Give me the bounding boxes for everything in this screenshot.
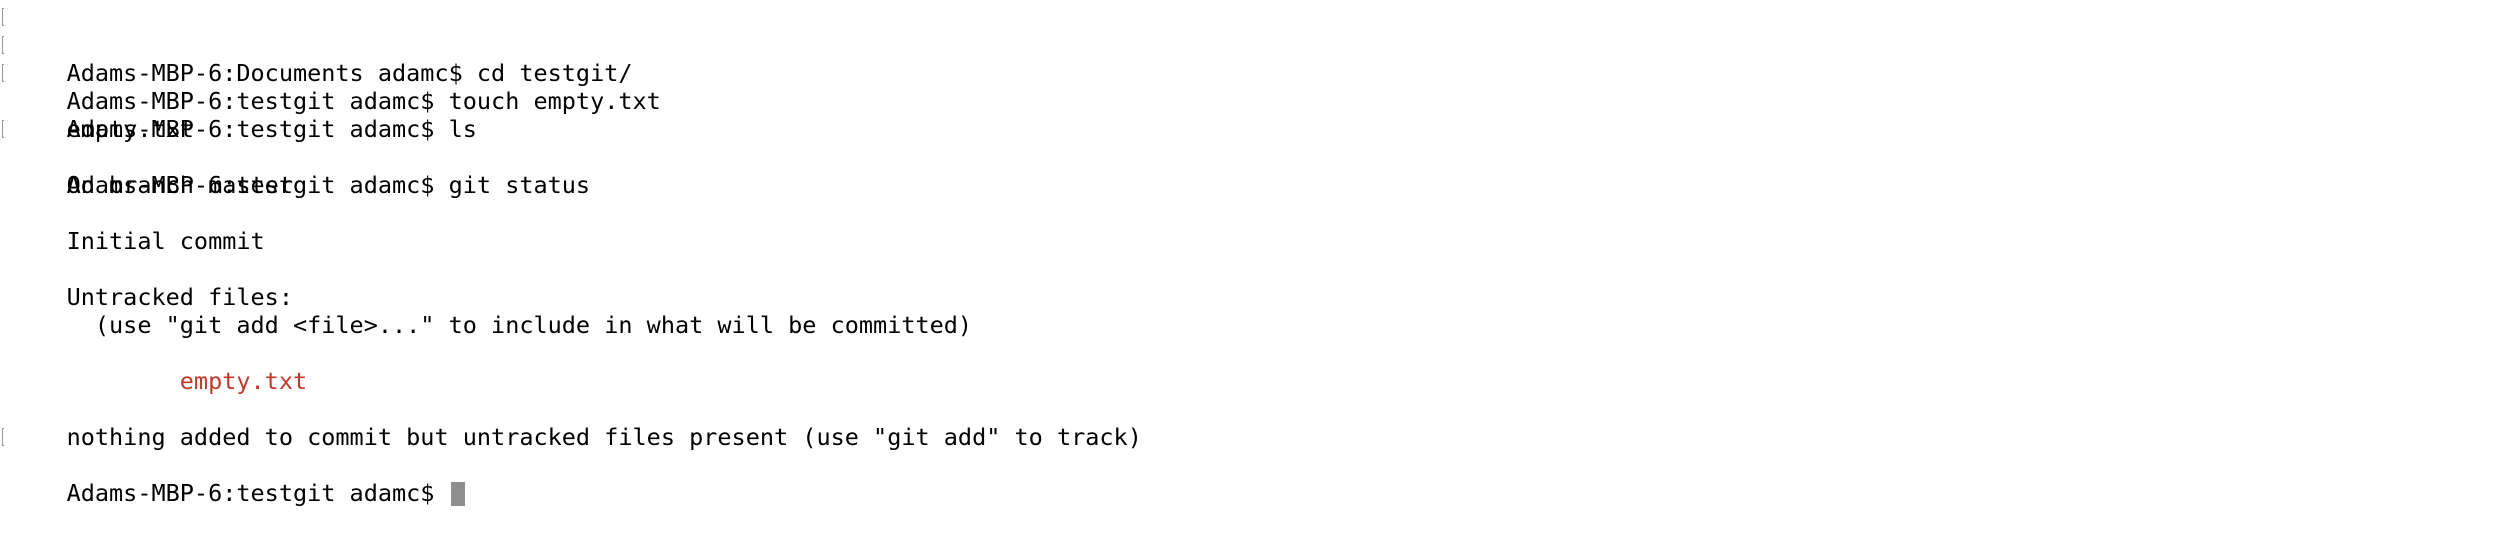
prompt-line: Adams-MBP-6:Documents adamc$ cd testgit/	[2, 3, 2480, 87]
command-mark-icon	[2, 36, 4, 54]
output-line: (use "git add <file>..." to include in w…	[10, 283, 2480, 339]
output-line: Initial commit	[10, 199, 2480, 255]
output-line: Untracked files:	[10, 255, 2480, 311]
prompt-line: Adams-MBP-6:testgit adamc$ ls	[2, 59, 2480, 143]
prompt-line: Adams-MBP-6:testgit adamc$ git status	[2, 115, 2480, 199]
line-text: Adams-MBP-6:testgit adamc$	[66, 479, 449, 507]
command-mark-icon	[2, 8, 4, 26]
output-line: empty.txt	[10, 339, 2480, 395]
text-cursor[interactable]	[450, 482, 465, 506]
command-mark-icon	[2, 428, 4, 446]
active-prompt-line[interactable]: Adams-MBP-6:testgit adamc$	[2, 423, 2480, 507]
terminal-output[interactable]: Adams-MBP-6:Documents adamc$ cd testgit/…	[2, 3, 2480, 507]
output-line: On branch master	[10, 143, 2480, 199]
prompt-line: Adams-MBP-6:testgit adamc$ touch empty.t…	[2, 31, 2480, 115]
command-mark-icon	[2, 64, 4, 82]
output-line: empty.txt	[10, 87, 2480, 143]
output-line: nothing added to commit but untracked fi…	[10, 395, 2480, 451]
command-mark-icon	[2, 120, 4, 138]
